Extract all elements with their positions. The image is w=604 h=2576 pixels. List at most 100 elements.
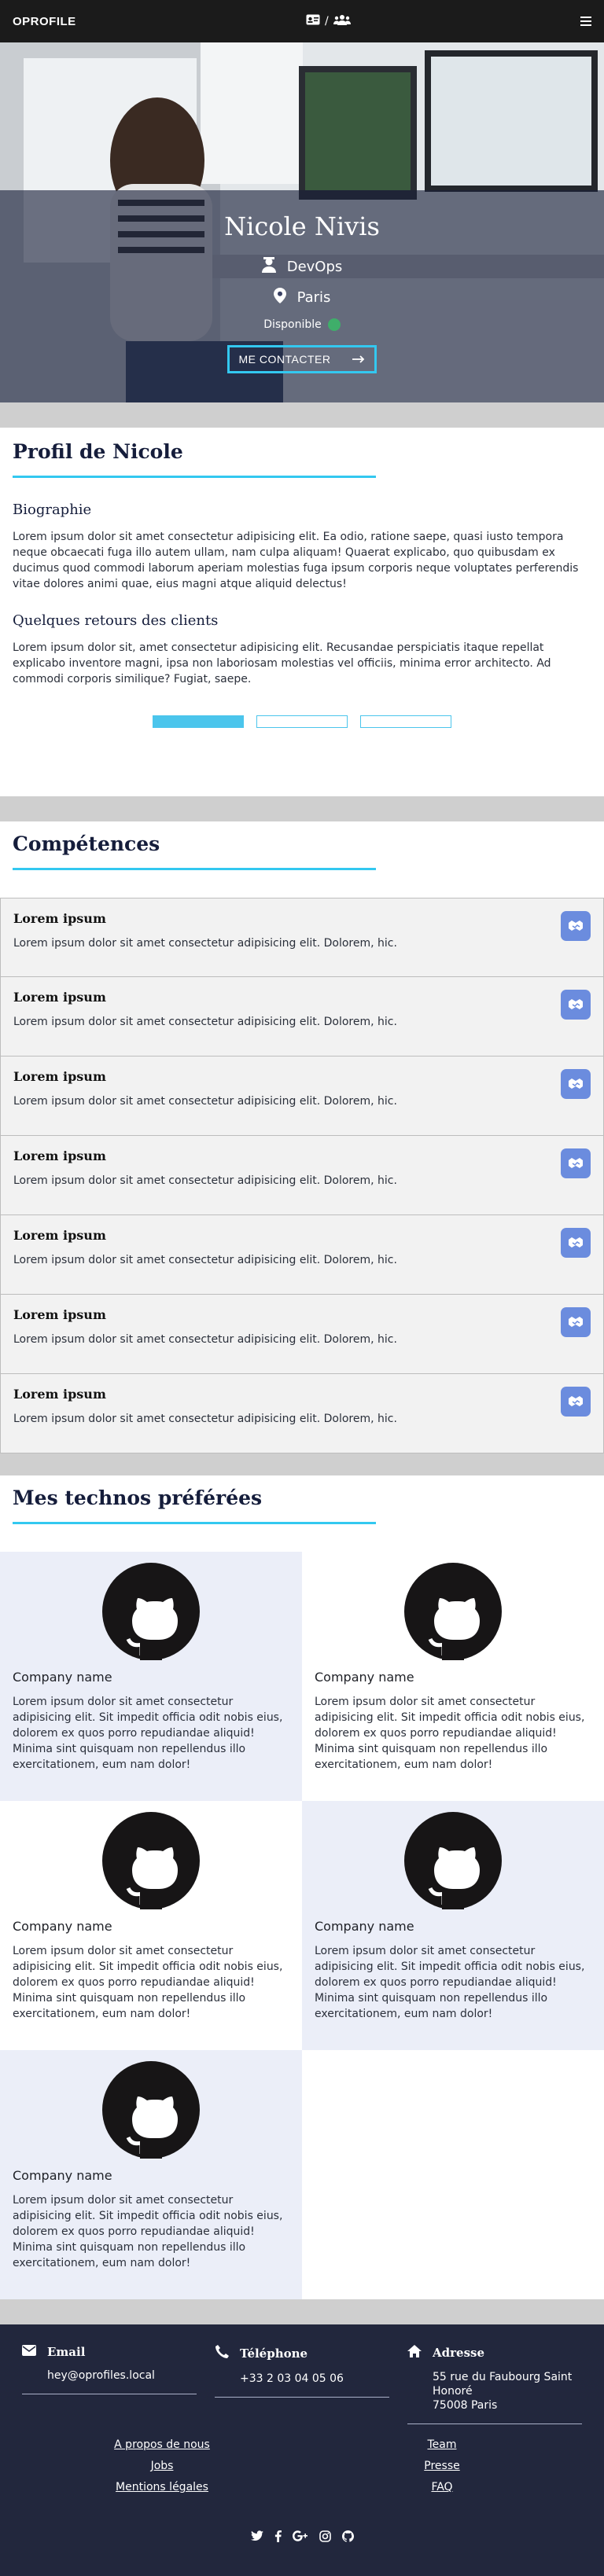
footer-contact-columns: Email hey@oprofiles.local Téléphone +33 … xyxy=(22,2345,582,2424)
footer-address: Adresse 55 rue du Faubourg Saint Honoré … xyxy=(407,2345,582,2424)
github-icon xyxy=(102,1563,200,1660)
company-name: Company name xyxy=(315,1670,414,1685)
company-name: Company name xyxy=(13,2168,112,2183)
phone-icon xyxy=(215,2345,229,2362)
skill-card: Lorem ipsum Lorem ipsum dolor sit amet c… xyxy=(0,1374,604,1453)
handshake-icon[interactable] xyxy=(561,911,591,941)
reviews-title: Quelques retours des clients xyxy=(13,612,219,629)
handshake-icon[interactable] xyxy=(561,1307,591,1337)
footer-email: Email hey@oprofiles.local xyxy=(22,2345,215,2424)
twitter-icon[interactable] xyxy=(250,2530,263,2542)
company-name: Company name xyxy=(13,1670,112,1685)
github-icon xyxy=(404,1563,502,1660)
brand-logo[interactable]: OPROFILE xyxy=(13,15,76,28)
github-icon[interactable] xyxy=(341,2530,354,2542)
technos-header: Mes technos préférées xyxy=(0,1475,604,1552)
footer-link-about[interactable]: A propos de nous xyxy=(114,2438,210,2451)
skill-name: Lorem ipsum xyxy=(13,1069,106,1084)
github-icon xyxy=(102,1812,200,1909)
section-gap xyxy=(0,1453,604,1475)
company-name: Company name xyxy=(315,1919,414,1934)
arrow-right-icon xyxy=(352,353,365,366)
hero-content: Nicole Nivis DevOps Paris Disponible ME … xyxy=(0,211,604,373)
techno-card: Company name Lorem ipsum dolor sit amet … xyxy=(0,2050,302,2299)
handshake-icon[interactable] xyxy=(561,1069,591,1099)
skills-header: Compétences xyxy=(0,821,604,898)
instagram-icon[interactable] xyxy=(319,2530,331,2542)
skill-name: Lorem ipsum xyxy=(13,990,106,1005)
id-card-icon[interactable] xyxy=(306,14,320,28)
address-line-1: 55 rue du Faubourg Saint xyxy=(433,2371,573,2383)
contact-button-label: ME CONTACTER xyxy=(238,353,331,366)
handshake-icon[interactable] xyxy=(561,990,591,1020)
footer-link-legal[interactable]: Mentions légales xyxy=(116,2481,208,2493)
footer-link-press[interactable]: Presse xyxy=(424,2460,459,2472)
footer-phone: Téléphone +33 2 03 04 05 06 xyxy=(215,2345,407,2424)
skill-description: Lorem ipsum dolor sit amet consectetur a… xyxy=(13,1413,397,1425)
phone-value[interactable]: +33 2 03 04 05 06 xyxy=(215,2372,407,2386)
techno-card: Company name Lorem ipsum dolor sit amet … xyxy=(0,1801,302,2050)
google-plus-icon[interactable] xyxy=(292,2530,308,2542)
section-gap xyxy=(0,796,604,821)
skill-description: Lorem ipsum dolor sit amet consectetur a… xyxy=(13,1016,397,1028)
company-description: Lorem ipsum dolor sit amet consectetur a… xyxy=(13,2194,283,2269)
address-line-3: 75008 Paris xyxy=(433,2399,498,2412)
contact-button[interactable]: ME CONTACTER xyxy=(226,345,378,373)
profile-role: DevOps xyxy=(0,257,604,277)
skill-card: Lorem ipsum Lorem ipsum dolor sit amet c… xyxy=(0,1215,604,1295)
nav-separator: / xyxy=(324,15,329,28)
skill-card: Lorem ipsum Lorem ipsum dolor sit amet c… xyxy=(0,1136,604,1215)
footer-link-faq[interactable]: FAQ xyxy=(431,2481,452,2493)
bio-text: Lorem ipsum dolor sit amet consectetur a… xyxy=(13,531,579,590)
skills-list: Lorem ipsum Lorem ipsum dolor sit amet c… xyxy=(0,898,604,1453)
address-label: Adresse xyxy=(433,2346,485,2360)
bio-title: Biographie xyxy=(13,502,92,518)
handshake-icon[interactable] xyxy=(561,1148,591,1178)
top-navbar: OPROFILE / xyxy=(0,0,604,42)
technos-grid: Company name Lorem ipsum dolor sit amet … xyxy=(0,1552,604,2299)
skill-name: Lorem ipsum xyxy=(13,1228,106,1243)
skill-card: Lorem ipsum Lorem ipsum dolor sit amet c… xyxy=(0,1295,604,1374)
email-label: Email xyxy=(47,2345,86,2359)
skills-title: Compétences xyxy=(13,832,160,855)
company-description: Lorem ipsum dolor sit amet consectetur a… xyxy=(315,1696,585,1771)
skills-section: Compétences Lorem ipsum Lorem ipsum dolo… xyxy=(0,821,604,1453)
handshake-icon[interactable] xyxy=(561,1228,591,1258)
handshake-icon[interactable] xyxy=(561,1387,591,1417)
hamburger-menu-icon[interactable] xyxy=(580,17,591,26)
footer-link-jobs[interactable]: Jobs xyxy=(151,2460,174,2472)
availability-text: Disponible xyxy=(263,318,322,331)
footer-links-right: Team Presse FAQ xyxy=(302,2438,582,2502)
social-links xyxy=(22,2530,582,2542)
techno-card: Company name Lorem ipsum dolor sit amet … xyxy=(302,1801,604,2050)
company-description: Lorem ipsum dolor sit amet consectetur a… xyxy=(315,1945,585,2020)
skill-card: Lorem ipsum Lorem ipsum dolor sit amet c… xyxy=(0,1056,604,1136)
technos-title: Mes technos préférées xyxy=(13,1486,263,1509)
profile-location: Paris xyxy=(0,288,604,307)
footer-link-team[interactable]: Team xyxy=(427,2438,456,2451)
map-marker-icon xyxy=(273,288,286,307)
nav-center-icons: / xyxy=(306,14,351,28)
carousel-indicator-2[interactable] xyxy=(256,715,348,728)
facebook-icon[interactable] xyxy=(274,2530,282,2542)
city-text: Paris xyxy=(296,289,331,306)
carousel-indicators xyxy=(13,707,591,739)
carousel-indicator-3[interactable] xyxy=(360,715,451,728)
company-name: Company name xyxy=(13,1919,112,1934)
section-gap xyxy=(0,2299,604,2324)
github-icon xyxy=(102,2061,200,2159)
users-icon[interactable] xyxy=(333,14,351,28)
user-graduate-icon xyxy=(261,257,276,277)
carousel-indicator-1[interactable] xyxy=(153,715,244,728)
profile-name: Nicole Nivis xyxy=(224,211,380,241)
skill-name: Lorem ipsum xyxy=(13,911,106,926)
availability-status: Disponible xyxy=(0,318,604,331)
footer-links-left: A propos de nous Jobs Mentions légales xyxy=(22,2438,302,2502)
hero-banner: Nicole Nivis DevOps Paris Disponible ME … xyxy=(0,42,604,402)
skill-description: Lorem ipsum dolor sit amet consectetur a… xyxy=(13,937,397,950)
skill-name: Lorem ipsum xyxy=(13,1148,106,1163)
email-value[interactable]: hey@oprofiles.local xyxy=(22,2368,215,2383)
section-gap xyxy=(0,402,604,428)
footer-divider xyxy=(215,2397,389,2398)
skill-card: Lorem ipsum Lorem ipsum dolor sit amet c… xyxy=(0,977,604,1056)
